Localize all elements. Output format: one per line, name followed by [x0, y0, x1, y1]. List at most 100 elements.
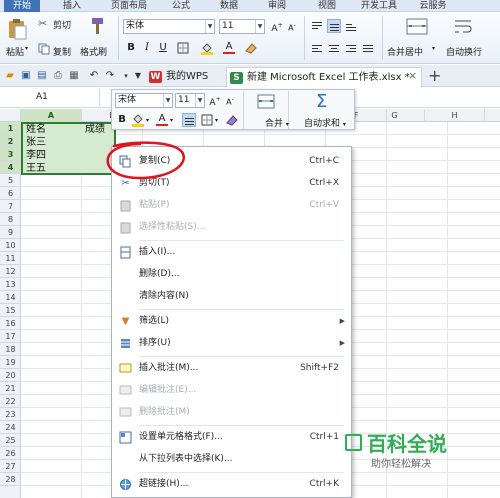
justify-icon[interactable] [361, 42, 375, 56]
font-color-icon[interactable]: A [222, 40, 236, 54]
align-right-icon[interactable] [344, 42, 358, 56]
mini-autosum-button[interactable]: 自动求和 ▾ [304, 116, 346, 129]
column-header[interactable]: H [425, 109, 485, 122]
select-all-corner[interactable] [0, 109, 21, 122]
row-header[interactable]: 25 [0, 434, 21, 447]
mini-font-color-icon[interactable]: A [155, 112, 169, 126]
font-name-select[interactable]: 宋体 ▼ [123, 19, 215, 34]
bold-button[interactable]: B [124, 41, 138, 55]
save-icon[interactable]: ▣ [20, 70, 32, 82]
row-header[interactable]: 18 [0, 343, 21, 356]
mini-decrease-font-icon[interactable]: A- [223, 93, 237, 107]
menu-item-insert-comment[interactable]: 插入批注(M)... Shift+F2 [112, 358, 351, 379]
align-middle-icon[interactable] [327, 19, 341, 33]
row-header[interactable]: 28 [0, 473, 21, 486]
row-header[interactable]: 10 [0, 239, 21, 252]
font-size-select[interactable]: 11 ▼ [219, 19, 265, 34]
row-header[interactable]: 21 [0, 382, 21, 395]
format-painter-button[interactable]: 格式刷 [80, 45, 107, 58]
paste-button[interactable]: 粘贴 [6, 45, 24, 58]
row-header[interactable]: 19 [0, 356, 21, 369]
mini-autosum-icon[interactable]: Σ [316, 93, 327, 111]
row-header[interactable]: 11 [0, 252, 21, 265]
merge-dropdown-icon[interactable]: ▾ [432, 45, 435, 52]
mini-merge-icon[interactable] [256, 92, 276, 112]
mini-fill-color-icon[interactable] [131, 113, 145, 127]
tab-view[interactable]: 视图 [312, 0, 342, 12]
mini-merge-button[interactable]: 合并 ▾ [265, 116, 289, 129]
cut-button[interactable]: 剪切 [53, 18, 71, 31]
decrease-font-icon[interactable]: A- [285, 19, 299, 33]
copy-button[interactable]: 复制 [53, 45, 71, 58]
align-top-icon[interactable] [310, 19, 324, 33]
row-header[interactable]: 24 [0, 421, 21, 434]
cell-a2[interactable]: 张三 [24, 136, 46, 149]
name-box[interactable]: A1 [0, 89, 100, 106]
chevron-down-icon[interactable]: ▾ [170, 117, 173, 124]
row-header[interactable]: 26 [0, 447, 21, 460]
align-left-icon[interactable] [310, 42, 324, 56]
folder-icon[interactable]: ▰ [4, 70, 16, 82]
tab-developer[interactable]: 开发工具 [354, 0, 404, 12]
row-header[interactable]: 7 [0, 200, 21, 213]
close-tab-icon[interactable]: × [408, 69, 417, 82]
clear-format-icon[interactable] [244, 41, 258, 55]
tab-home[interactable]: 开始 [4, 0, 40, 12]
align-center-icon[interactable] [327, 42, 341, 56]
print-preview-icon[interactable]: ▦ [68, 70, 80, 82]
row-header[interactable]: 8 [0, 213, 21, 226]
tab-workbook[interactable]: S 新建 Microsoft Excel 工作表.xlsx * [226, 67, 422, 87]
mini-increase-font-icon[interactable]: A+ [208, 93, 222, 108]
tab-data[interactable]: 数据 [214, 0, 244, 12]
menu-item-insert[interactable]: 插入(I)... [112, 242, 351, 263]
undo-icon[interactable]: ↶ [88, 70, 100, 82]
tab-insert[interactable]: 插入 [58, 0, 86, 12]
tab-review[interactable]: 审阅 [262, 0, 292, 12]
row-header[interactable]: 9 [0, 226, 21, 239]
mini-font-name-select[interactable]: 宋体 ▼ [115, 93, 173, 108]
row-header[interactable]: 1 [0, 122, 21, 135]
menu-item-edit-comment[interactable]: 编辑批注(E)... [112, 380, 351, 401]
mini-font-size-select[interactable]: 11 ▼ [175, 93, 205, 108]
paste-icon[interactable] [6, 18, 28, 40]
row-header[interactable]: 20 [0, 369, 21, 382]
export-pdf-icon[interactable]: ▤ [36, 70, 48, 82]
border-icon[interactable] [176, 41, 190, 55]
mini-align-center-icon[interactable] [182, 113, 196, 127]
menu-item-format-cells[interactable]: 设置单元格格式(F)... Ctrl+1 [112, 427, 351, 448]
cell-a3[interactable]: 李四 [24, 149, 46, 162]
chevron-down-icon[interactable]: ▾ [146, 117, 149, 124]
copy-icon[interactable] [38, 43, 50, 55]
increase-font-icon[interactable]: A+ [270, 19, 284, 34]
tab-formulas[interactable]: 公式 [166, 0, 196, 12]
column-header[interactable]: G [365, 109, 425, 122]
tab-my-wps[interactable]: W 我的WPS [146, 67, 224, 87]
menu-item-paste[interactable]: 粘贴(P) Ctrl+V [112, 195, 351, 216]
tab-cloud-service[interactable]: 云服务 [413, 0, 453, 12]
autowrap-icon[interactable] [452, 16, 474, 38]
scissors-icon[interactable]: ✂ [38, 18, 50, 30]
italic-button[interactable]: I [140, 41, 154, 55]
menu-item-paste-special[interactable]: 选择性粘贴(S)... [112, 217, 351, 238]
menu-item-sort[interactable]: 排序(U) ▶ [112, 333, 351, 354]
customize-dropdown-icon[interactable]: ▾ [120, 70, 132, 82]
row-header[interactable]: 17 [0, 330, 21, 343]
mini-bold-button[interactable]: B [115, 113, 129, 127]
row-header[interactable]: 23 [0, 408, 21, 421]
merge-center-icon[interactable] [405, 16, 429, 38]
row-header[interactable]: 16 [0, 317, 21, 330]
format-painter-icon[interactable] [86, 16, 106, 36]
menu-item-hyperlink[interactable]: 超链接(H)... Ctrl+K [112, 474, 351, 495]
chevron-down-icon[interactable]: ▾ [215, 117, 218, 124]
menu-item-delete[interactable]: 删除(D)... [112, 264, 351, 285]
tab-page-layout[interactable]: 页面布局 [104, 0, 154, 12]
fill-color-icon[interactable] [200, 41, 214, 55]
row-header[interactable]: 2 [0, 135, 21, 148]
print-icon[interactable]: ⎙ [52, 70, 64, 82]
new-tab-button[interactable]: + [428, 66, 441, 85]
cell-a1[interactable]: 姓名 [24, 123, 46, 136]
row-header[interactable]: 14 [0, 291, 21, 304]
mini-format-painter-icon[interactable] [225, 113, 239, 127]
row-header[interactable]: 4 [0, 161, 21, 174]
cell-b1[interactable]: 成绩 [83, 123, 105, 136]
